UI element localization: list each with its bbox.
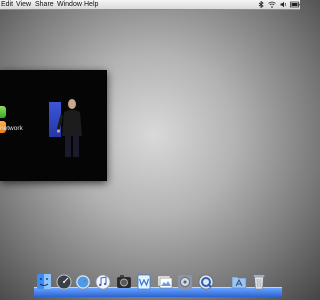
volume-icon[interactable] (280, 1, 287, 8)
preview-icon (157, 275, 173, 289)
applications-folder-icon (231, 276, 247, 289)
wifi-icon[interactable] (268, 1, 276, 8)
video-caption: network (0, 125, 23, 132)
menu-edit[interactable]: Edit (1, 0, 13, 9)
presenter-figure (57, 99, 82, 157)
menu-bar: Edit View Share Window Help (0, 0, 300, 10)
photo-booth-icon (117, 275, 131, 288)
battery-icon[interactable] (290, 1, 300, 8)
dock-item-safari[interactable] (75, 272, 91, 292)
dock-item-applications[interactable] (231, 272, 247, 292)
finder-icon (37, 274, 51, 289)
iweb-icon (137, 274, 151, 290)
dock-item-quicktime[interactable] (198, 272, 214, 292)
dock-item-itunes[interactable] (95, 272, 111, 292)
system-preferences-icon (178, 275, 192, 289)
green-app-icon (0, 106, 6, 118)
quicktime-icon (198, 274, 214, 290)
dashboard-icon (56, 274, 72, 290)
trash-icon (253, 274, 265, 290)
menu-share[interactable]: Share (35, 0, 54, 9)
itunes-icon (95, 274, 111, 290)
video-player-window[interactable]: network (0, 70, 107, 181)
dock-item-trash[interactable] (251, 272, 267, 292)
menu-help[interactable]: Help (84, 0, 98, 9)
safari-icon (75, 274, 91, 290)
dock-item-system-preferences[interactable] (177, 272, 193, 292)
dock-item-iweb[interactable] (136, 272, 152, 292)
menu-view[interactable]: View (16, 0, 31, 9)
menu-window[interactable]: Window (57, 0, 82, 9)
dock-item-preview[interactable] (157, 272, 173, 292)
bluetooth-icon[interactable] (258, 1, 264, 8)
dock-item-finder[interactable] (36, 272, 52, 292)
dock-item-photo-booth[interactable] (116, 272, 132, 292)
dock-item-dashboard[interactable] (56, 272, 72, 292)
